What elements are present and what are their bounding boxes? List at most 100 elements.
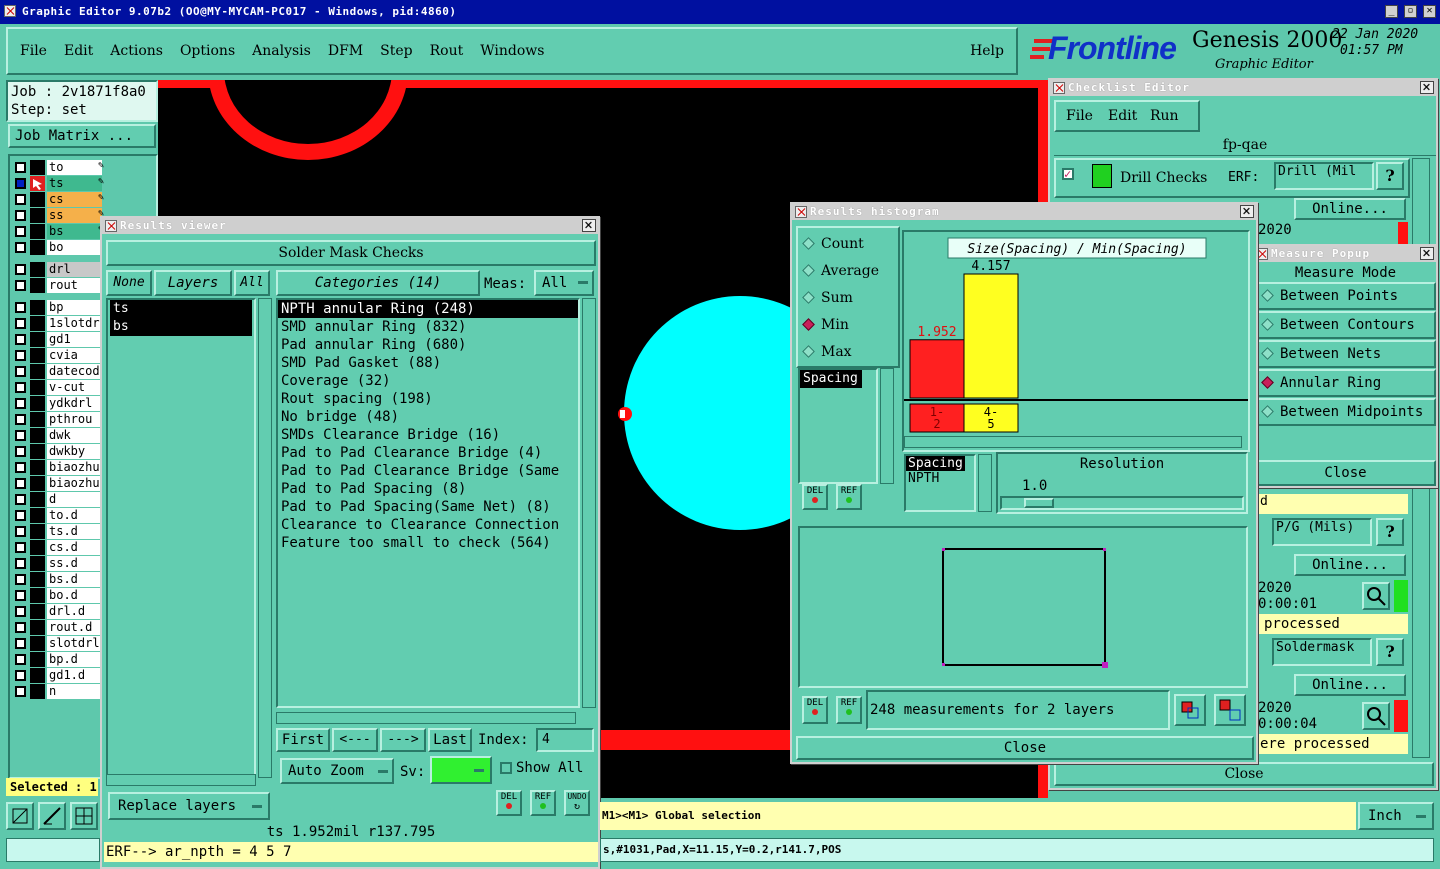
layer-row[interactable]: bp [12,300,102,316]
first-button[interactable]: First [276,728,330,752]
layer-checkbox[interactable] [15,334,26,345]
layer-row[interactable]: rout.d [12,620,102,636]
layer-row[interactable]: ss ✎ [12,208,104,224]
layer-checkbox[interactable] [15,574,26,585]
hist-mode-option[interactable]: Average [802,263,879,279]
export-icon[interactable] [1174,694,1206,726]
layer-checkbox[interactable] [15,302,26,313]
erf-value[interactable]: Drill (Mil [1274,162,1374,190]
menu-rout[interactable]: Rout [430,43,464,59]
categories-button[interactable]: Categories (14) [276,270,480,296]
zoom-icon[interactable] [1362,582,1390,610]
measure-tool-icon[interactable] [38,802,66,830]
layer-row[interactable]: gd1.d [12,668,102,684]
radio-icon[interactable] [802,345,815,358]
replace-layers-select[interactable]: Replace layers [108,792,270,820]
layer-state-icon[interactable] [30,444,45,459]
histogram-bar[interactable] [963,273,1019,399]
chart-hscrollbar[interactable] [904,436,1242,448]
layer-row[interactable]: rout [12,278,102,294]
checklist-row-drill[interactable]: ✓ Drill Checks ERF: Drill (Mil [1054,158,1410,198]
online-button[interactable]: Online... [1294,198,1406,220]
next-button[interactable]: ---> [380,728,426,752]
histogram-attr-list[interactable]: Spacing [798,368,878,484]
layer-checkbox[interactable] [15,622,26,633]
measure-option[interactable]: Between Contours [1255,311,1436,339]
layer-state-icon[interactable] [30,364,45,379]
layer-checkbox[interactable] [15,382,26,393]
layer-state-icon[interactable] [30,652,45,667]
layer-checkbox[interactable] [15,226,26,237]
layer-state-icon[interactable] [30,396,45,411]
hist-del-button[interactable]: DEL [802,484,828,510]
zoom-select[interactable]: Auto Zoom [280,758,394,784]
hist-mode-option[interactable]: Count [802,236,864,252]
radio-icon[interactable] [802,264,815,277]
result-layer-item[interactable]: bs [110,318,252,336]
measure-option[interactable]: Between Nets [1255,340,1436,368]
category-item[interactable]: Pad to Pad Spacing (8) [278,480,578,498]
close-icon[interactable]: ✕ [1420,81,1434,94]
layer-checkbox[interactable] [15,462,26,473]
layer-checkbox[interactable] [15,638,26,649]
close-icon[interactable]: ✕ [1420,247,1434,260]
layer-row[interactable]: datecode [12,364,102,380]
category-item[interactable]: Pad to Pad Spacing(Same Net) (8) [278,498,578,516]
layers-none-button[interactable]: None [106,270,152,296]
help-icon-2[interactable]: ? [1376,518,1404,546]
menu-help[interactable]: Help [970,43,1004,59]
layer-row[interactable]: cvia [12,348,102,364]
categories-scrollbar[interactable] [582,298,596,708]
hist-ref-button[interactable]: REF [836,484,862,510]
hist-mode-option[interactable]: Max [802,344,852,360]
layer-checkbox[interactable] [15,210,26,221]
layer-state-icon[interactable] [30,476,45,491]
checklist-menu-run[interactable]: Run [1150,108,1179,124]
layer-state-icon[interactable] [30,620,45,635]
layer-state-icon[interactable] [30,192,45,207]
layer-row[interactable]: ts.d [12,524,102,540]
index-input[interactable]: 4 [536,728,594,752]
radio-icon[interactable] [802,318,815,331]
hist-mode-option[interactable]: Min [802,317,849,333]
result-layers-list[interactable]: ts bs [106,298,256,778]
close-icon[interactable]: ✕ [582,219,596,232]
checklist-close-button[interactable]: Close [1054,762,1434,786]
histogram-bar[interactable] [909,339,965,399]
layer-row[interactable]: pthrou [12,412,102,428]
layer-row[interactable]: drl [12,262,102,278]
radio-icon[interactable] [1261,405,1274,418]
layer-checkbox[interactable] [15,280,26,291]
layer-checkbox[interactable] [15,414,26,425]
layer-state-icon[interactable] [30,588,45,603]
layer-state-icon[interactable] [30,508,45,523]
ref-button[interactable]: REF [530,790,556,816]
layer-checkbox[interactable] [15,350,26,361]
menu-edit[interactable]: Edit [64,43,93,59]
layer-row[interactable]: gd1 [12,332,102,348]
attr-item-spacing[interactable]: Spacing [800,370,862,388]
layers-button[interactable]: Layers [154,270,232,296]
layer-state-icon[interactable] [30,240,45,255]
resolution-slider[interactable] [1000,496,1244,510]
layer-row[interactable]: cs.d [12,540,102,556]
layer-row[interactable]: ss.d [12,556,102,572]
maximize-button[interactable]: ▫ [1404,5,1417,18]
layer-state-icon[interactable] [30,412,45,427]
category-item[interactable]: Pad to Pad Clearance Bridge (4) [278,444,578,462]
categories-hscrollbar[interactable] [276,712,576,724]
layer-state-icon[interactable] [30,160,45,175]
pg-value[interactable]: P/G (Mils) [1272,518,1372,546]
layer-row[interactable]: slotdrl [12,636,102,652]
category-item[interactable]: NPTH annular Ring (248) [278,300,578,318]
menu-dfm[interactable]: DFM [328,43,363,59]
layer-row[interactable]: bp.d [12,652,102,668]
layer-state-icon[interactable] [30,348,45,363]
layer-row[interactable]: 1slotdrl [12,316,102,332]
layer-checkbox[interactable] [15,318,26,329]
layer-checkbox[interactable] [15,590,26,601]
category-item[interactable]: SMD annular Ring (832) [278,318,578,336]
help-icon-3[interactable]: ? [1376,638,1404,666]
category-item[interactable]: Coverage (32) [278,372,578,390]
layer-row[interactable]: bs✎ [12,224,104,240]
